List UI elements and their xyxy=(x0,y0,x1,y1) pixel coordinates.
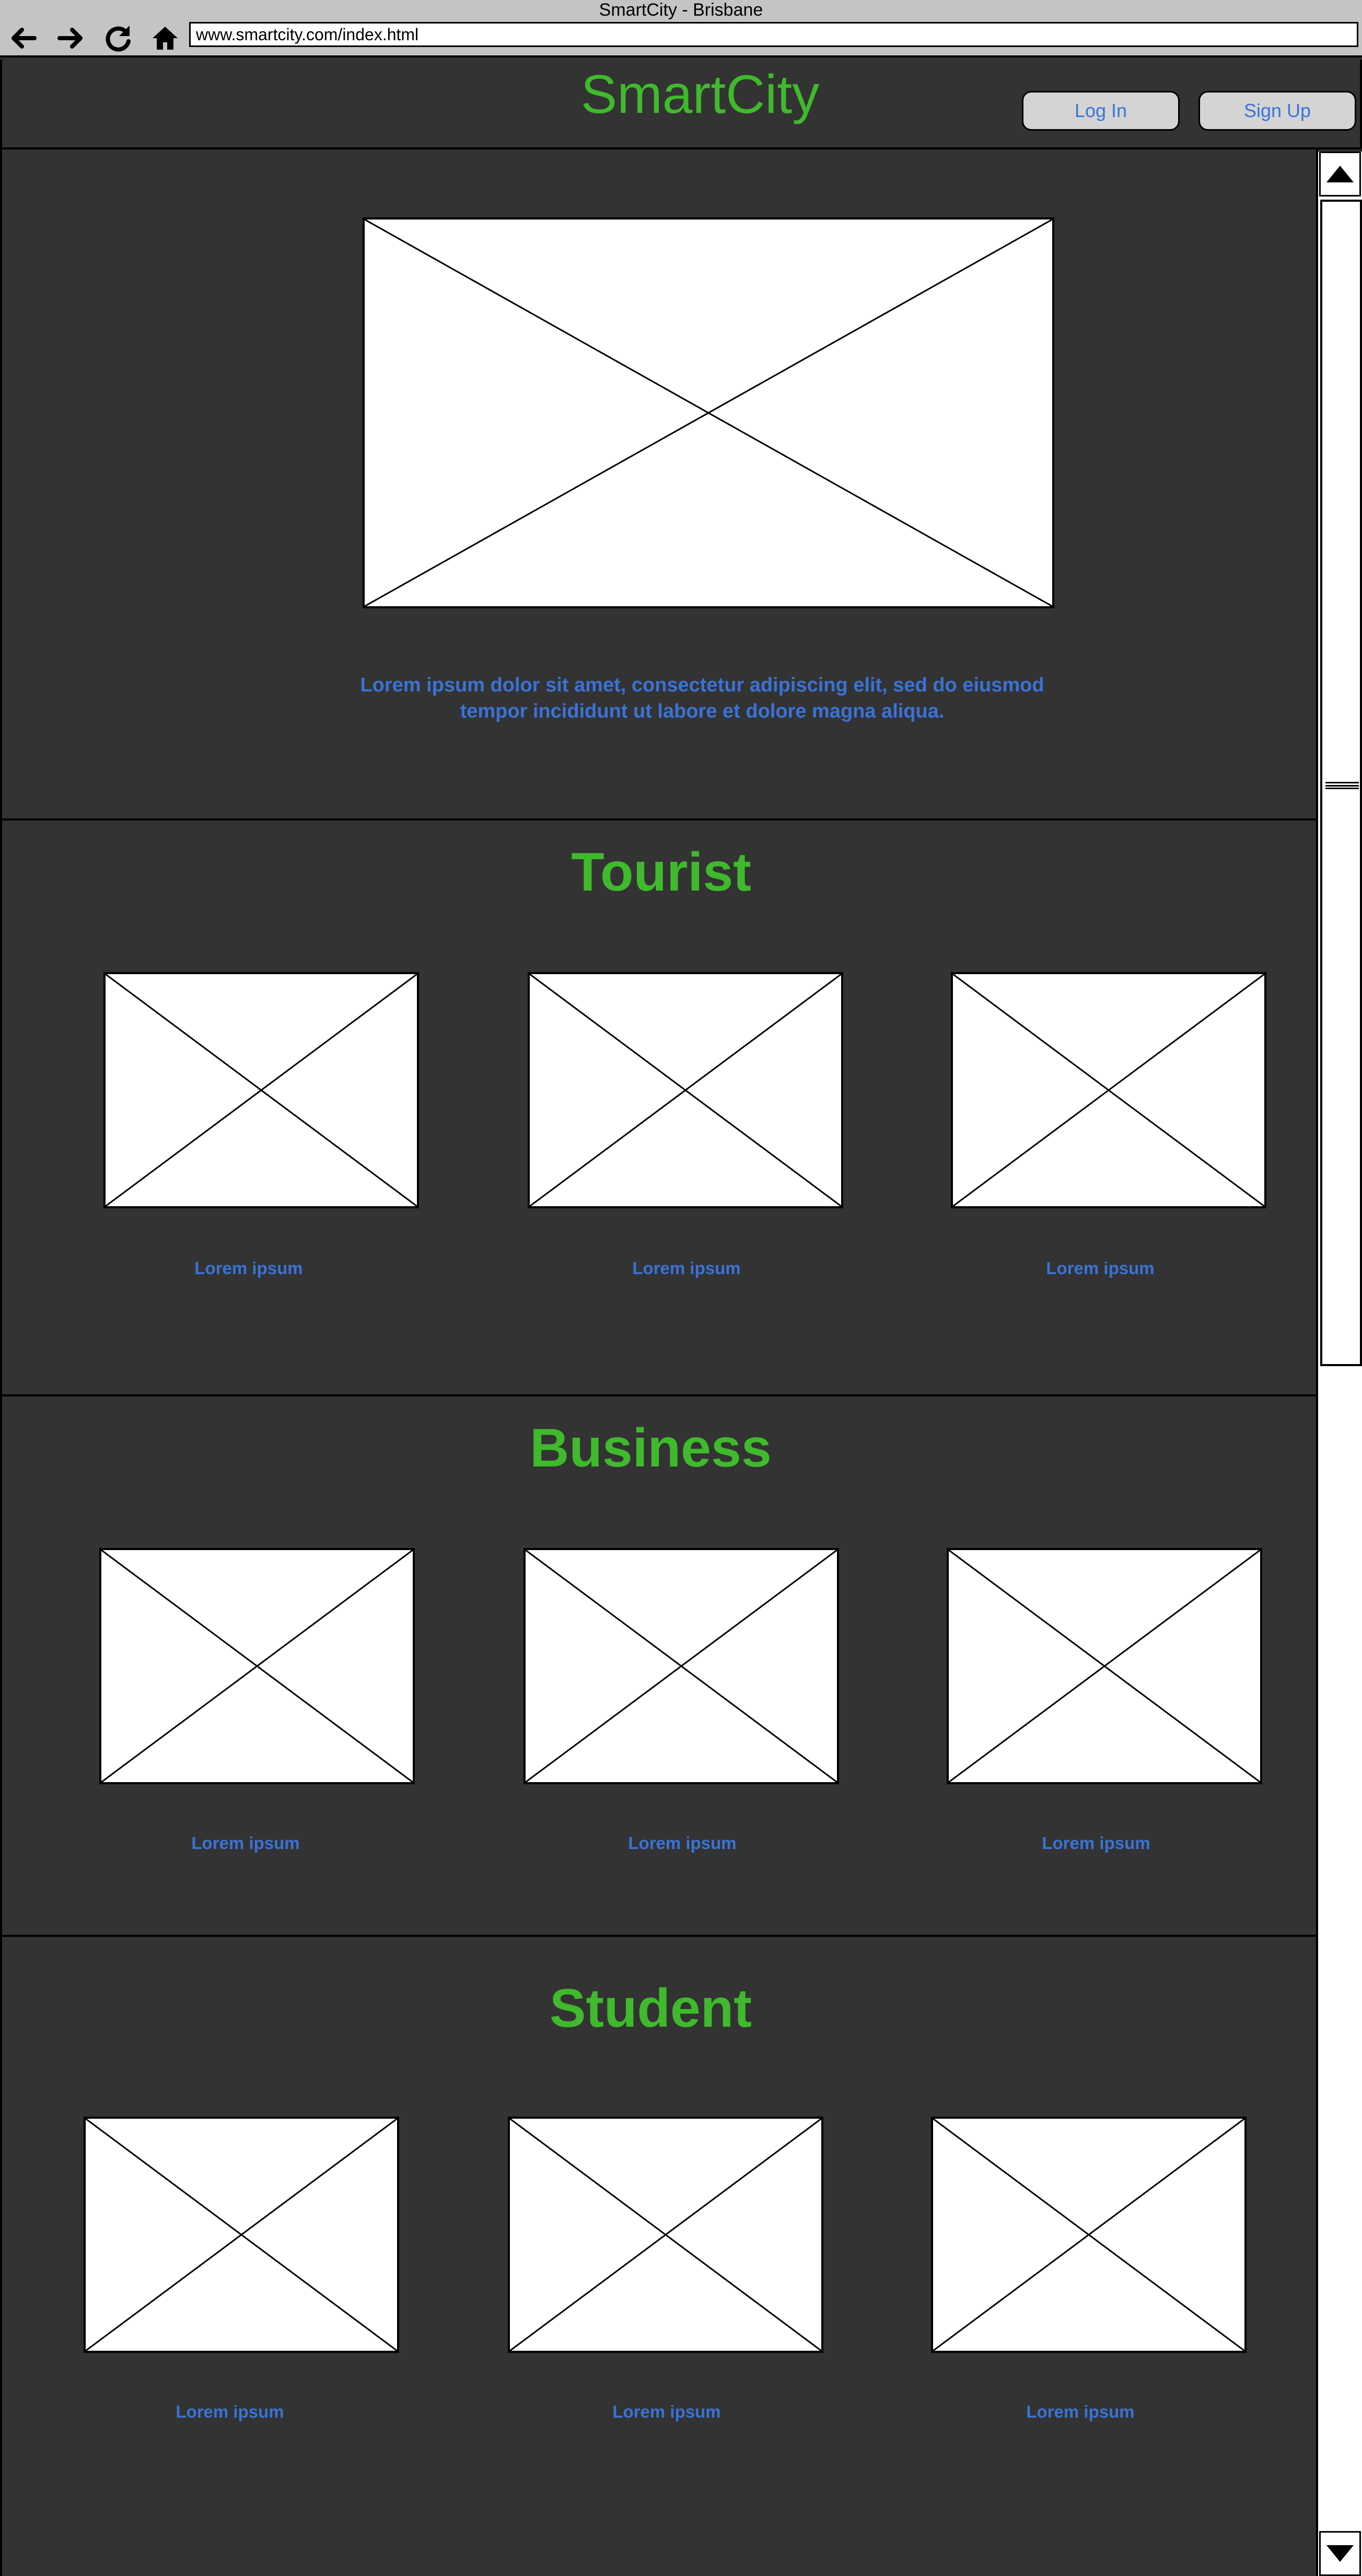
student-card-3-image[interactable] xyxy=(931,2117,1247,2353)
image-placeholder-icon xyxy=(526,1550,837,1782)
section-title-student: Student xyxy=(549,1978,752,2039)
student-card-2-image[interactable] xyxy=(508,2117,823,2353)
student-card-2-caption[interactable]: Lorem ipsum xyxy=(510,2402,823,2422)
back-arrow-icon xyxy=(11,28,37,49)
tourist-card-2-caption[interactable]: Lorem ipsum xyxy=(530,1258,843,1278)
forward-arrow-icon xyxy=(57,28,83,49)
business-card-2-image[interactable] xyxy=(523,1548,839,1784)
section-title-business: Business xyxy=(530,1418,772,1478)
signup-button[interactable]: Sign Up xyxy=(1198,91,1356,131)
image-placeholder-icon xyxy=(933,2119,1244,2351)
forward-button[interactable] xyxy=(50,20,92,56)
image-placeholder-icon xyxy=(365,220,1052,606)
student-card-1-image[interactable] xyxy=(84,2117,399,2353)
scroll-down-arrow-icon xyxy=(1326,2545,1354,2562)
hero-section: Lorem ipsum dolor sit amet, consectetur … xyxy=(0,149,1318,821)
scroll-down-button[interactable] xyxy=(1319,2531,1361,2576)
tourist-card-1-caption[interactable]: Lorem ipsum xyxy=(92,1258,405,1278)
home-icon xyxy=(153,27,178,50)
image-placeholder-icon xyxy=(953,974,1264,1206)
scroll-thumb-grip xyxy=(1325,782,1359,789)
scroll-thumb[interactable] xyxy=(1320,200,1362,1366)
student-card-3-caption[interactable]: Lorem ipsum xyxy=(924,2402,1237,2422)
scroll-up-button[interactable] xyxy=(1319,152,1361,197)
image-placeholder-icon xyxy=(101,1550,413,1782)
section-title-tourist: Tourist xyxy=(571,842,751,903)
back-button[interactable] xyxy=(2,20,44,56)
vertical-scrollbar[interactable] xyxy=(1318,152,1362,2576)
tourist-card-3-image[interactable] xyxy=(951,972,1266,1208)
business-card-2-caption[interactable]: Lorem ipsum xyxy=(526,1833,839,1853)
student-section: Student Lorem ipsum Lorem ipsum Lorem ip… xyxy=(0,1937,1318,2576)
business-card-3-caption[interactable]: Lorem ipsum xyxy=(939,1833,1253,1853)
browser-toolbar xyxy=(0,20,1362,57)
home-button[interactable] xyxy=(144,20,186,56)
url-input[interactable] xyxy=(189,22,1358,47)
browser-window: SmartCity - Brisbane SmartCity xyxy=(0,0,1362,2576)
student-card-1-caption[interactable]: Lorem ipsum xyxy=(73,2402,387,2422)
image-placeholder-icon xyxy=(86,2119,397,2351)
reload-button[interactable] xyxy=(97,20,139,56)
image-placeholder-icon xyxy=(106,974,417,1206)
image-placeholder-icon xyxy=(949,1550,1260,1782)
tourist-section: Tourist Lorem ipsum Lorem ipsum Lorem ip… xyxy=(0,821,1318,1396)
page-header: SmartCity Log In Sign Up xyxy=(0,60,1362,149)
business-card-3-image[interactable] xyxy=(947,1548,1262,1784)
business-section: Business Lorem ipsum Lorem ipsum Lorem i… xyxy=(0,1396,1318,1937)
hero-text: Lorem ipsum dolor sit amet, consectetur … xyxy=(360,674,1044,722)
window-title: SmartCity - Brisbane xyxy=(0,0,1362,20)
business-card-1-caption[interactable]: Lorem ipsum xyxy=(89,1833,402,1853)
hero-image-placeholder xyxy=(363,217,1054,608)
image-placeholder-icon xyxy=(530,974,841,1206)
image-placeholder-icon xyxy=(510,2119,821,2351)
reload-icon xyxy=(106,26,131,52)
login-button[interactable]: Log In xyxy=(1022,91,1180,131)
tourist-card-2-image[interactable] xyxy=(528,972,843,1208)
tourist-card-3-caption[interactable]: Lorem ipsum xyxy=(944,1258,1257,1278)
scroll-up-arrow-icon xyxy=(1326,166,1354,182)
tourist-card-1-image[interactable] xyxy=(103,972,419,1208)
business-card-1-image[interactable] xyxy=(99,1548,415,1784)
